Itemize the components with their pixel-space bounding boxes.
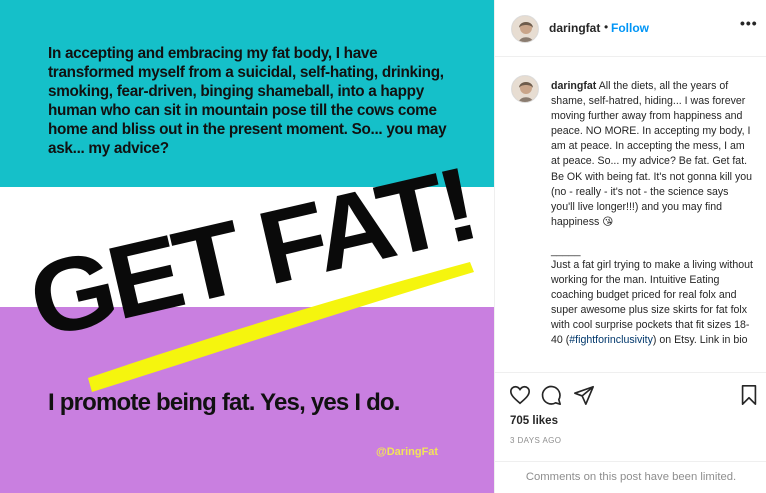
caption-avatar[interactable] [511, 75, 539, 103]
headline-graphic: GET FAT! [19, 146, 484, 392]
caption-separator: _____ [551, 244, 581, 257]
instagram-post: In accepting and embracing my fat body, … [0, 0, 766, 493]
caption-emoji: 😘 [602, 215, 614, 228]
caption-body: All the diets, all the years of shame, s… [551, 80, 753, 228]
header-separator: • [604, 20, 609, 34]
share-icon[interactable] [573, 384, 595, 406]
image-bottom-text: I promote being fat. Yes, yes I do. [48, 389, 400, 416]
post-image[interactable]: In accepting and embracing my fat body, … [0, 0, 494, 493]
heart-icon[interactable] [509, 384, 531, 406]
post-header: daringfat • Follow ••• [495, 0, 766, 57]
follow-button[interactable]: Follow [611, 21, 649, 35]
image-handle-tag: @DaringFat [376, 446, 439, 458]
avatar[interactable] [511, 15, 539, 43]
caption-area: daringfat All the diets, all the years o… [495, 57, 766, 372]
bookmark-icon[interactable] [739, 384, 759, 406]
post-side-panel: daringfat • Follow ••• daringfat All the… [494, 0, 766, 493]
caption-text: daringfat All the diets, all the years o… [551, 79, 753, 349]
post-actions: 705 likes 3 DAYS AGO Comments on this po… [495, 372, 766, 492]
caption-username[interactable]: daringfat [551, 80, 596, 92]
caption-bio-after: ) on Etsy. Link in bio [652, 334, 748, 347]
hashtag-link[interactable]: #fightforinclusivity [569, 334, 653, 346]
more-horizontal-icon[interactable]: ••• [740, 15, 758, 31]
like-count[interactable]: 705 likes [510, 415, 558, 427]
comment-icon[interactable] [540, 384, 562, 406]
comments-limited-notice: Comments on this post have been limited. [495, 461, 766, 493]
header-username[interactable]: daringfat [549, 21, 600, 35]
post-date[interactable]: 3 DAYS AGO [510, 436, 561, 445]
